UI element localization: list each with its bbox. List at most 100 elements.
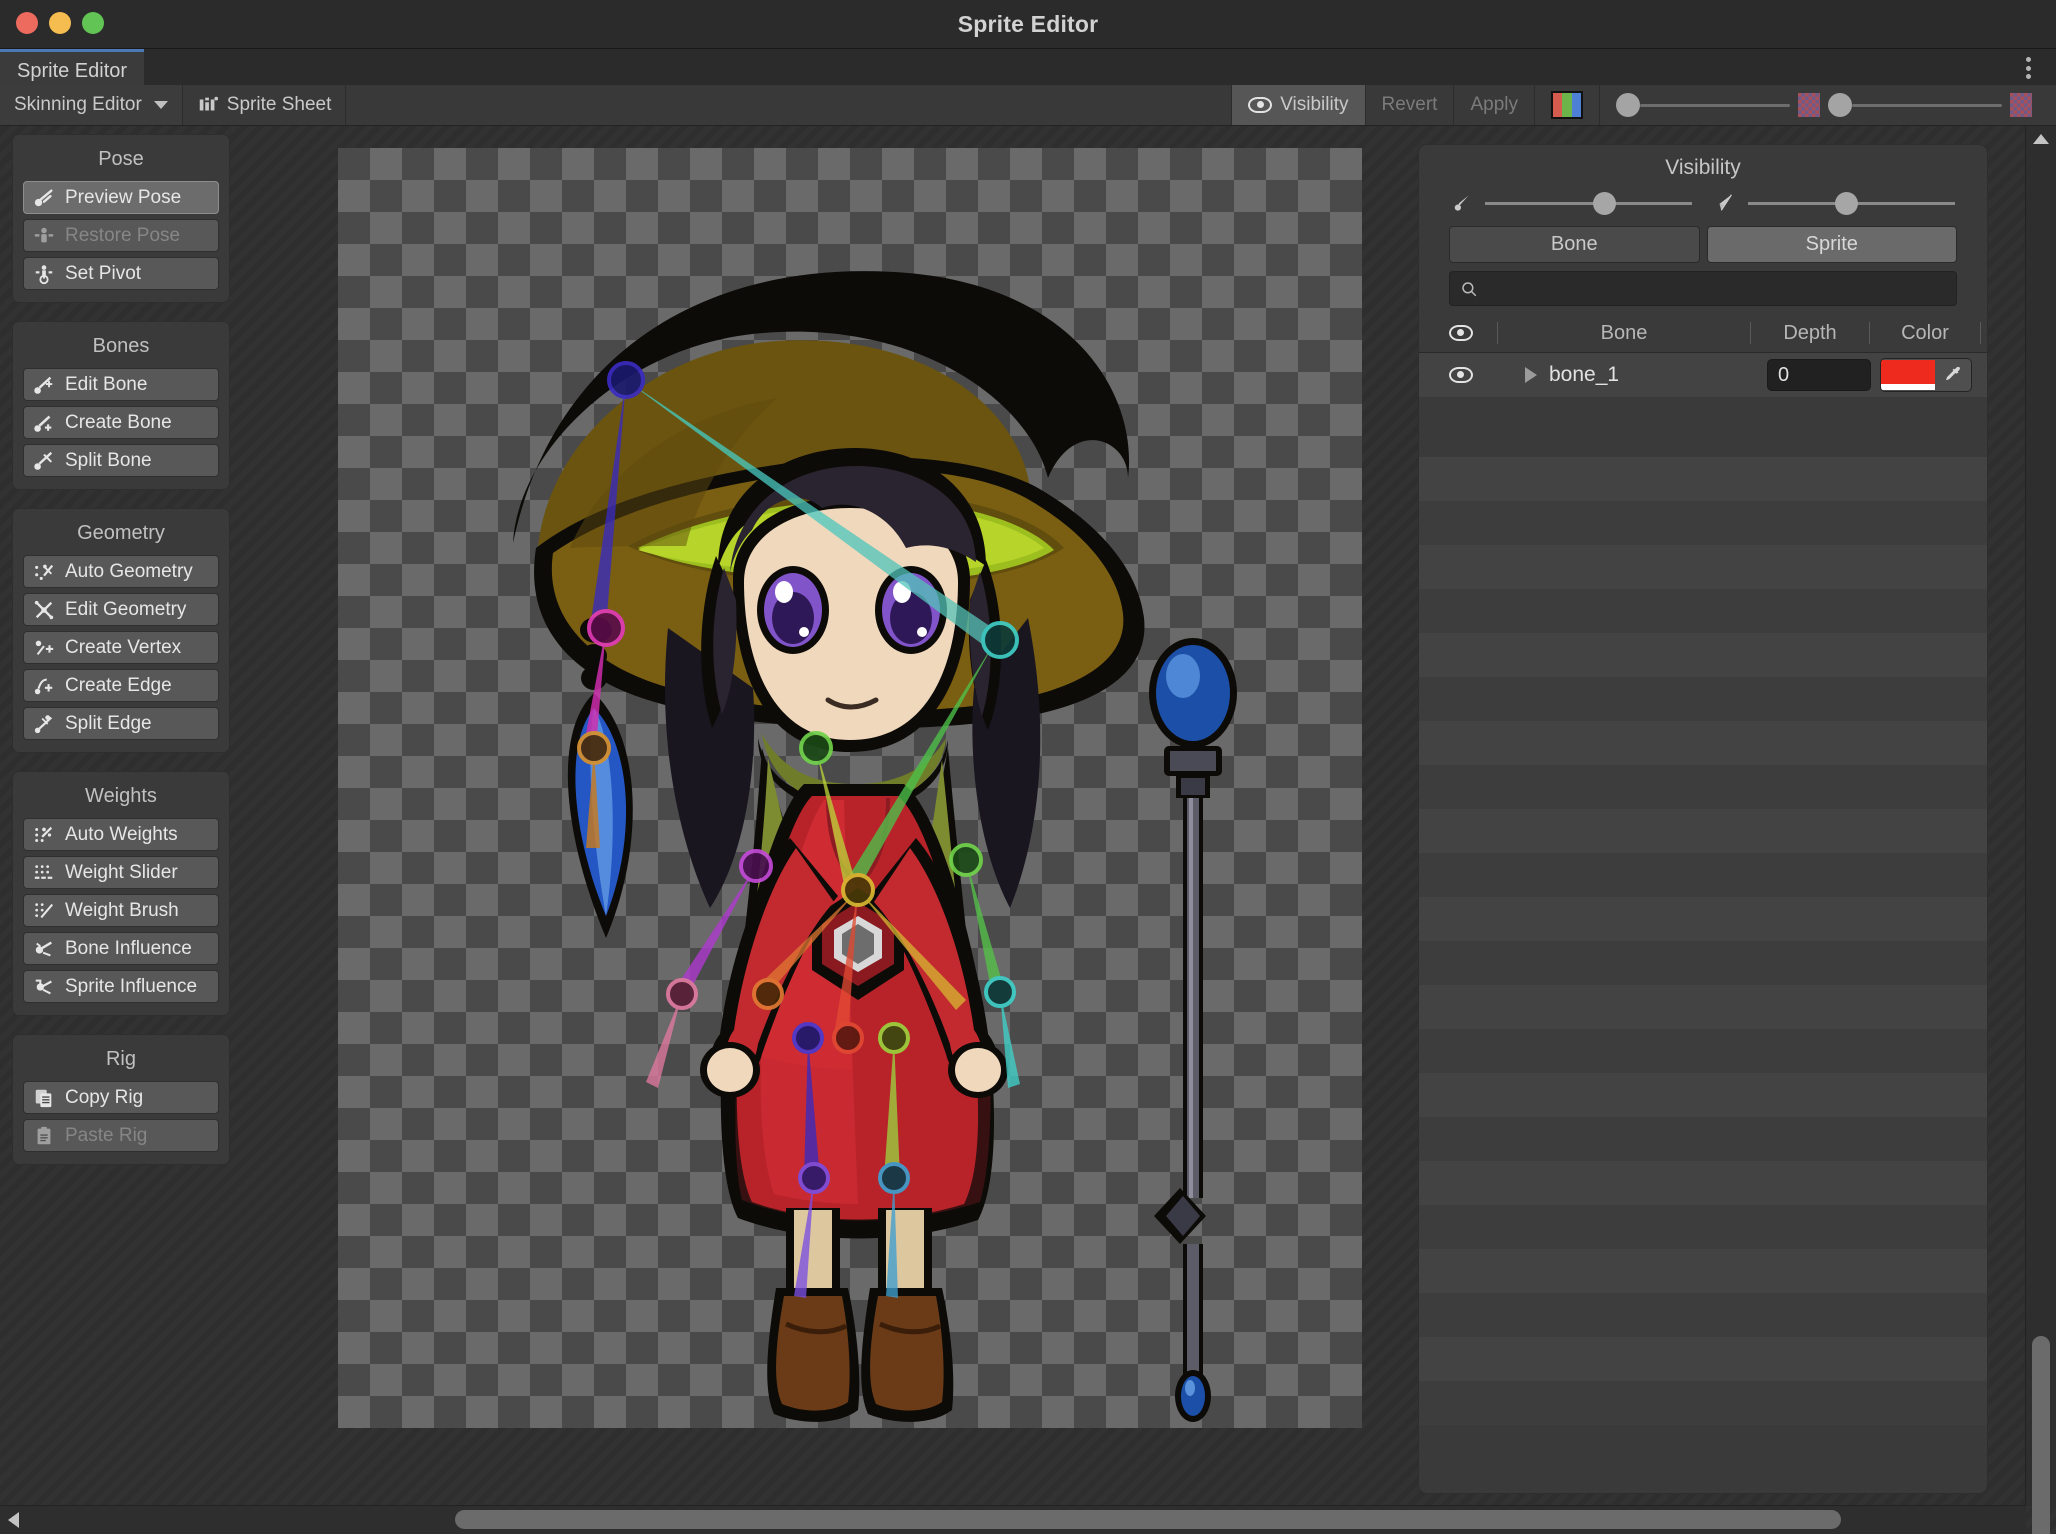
column-bone-label: Bone [1600, 321, 1648, 344]
empty-row [1419, 1293, 1987, 1337]
column-color-label: Color [1901, 321, 1949, 344]
bone-opacity-slider[interactable] [1451, 191, 1692, 215]
expand-triangle-icon[interactable] [1525, 367, 1537, 383]
channel-toggle-button[interactable] [1534, 85, 1599, 125]
mesh-opacity-icon [1719, 194, 1732, 211]
split-bone-button[interactable]: Split Bone [23, 444, 219, 477]
empty-row [1419, 853, 1987, 897]
bone-search-box[interactable] [1449, 271, 1957, 306]
alpha-slider-knob[interactable] [1616, 93, 1640, 117]
row-depth-field[interactable]: 0 [1767, 359, 1871, 391]
apply-button[interactable]: Apply [1453, 85, 1534, 125]
editor-toolbar: Skinning Editor Sprite Sheet Visibility [0, 85, 2056, 126]
auto-geometry-button[interactable]: Auto Geometry [23, 555, 219, 588]
edit-geometry-icon [34, 600, 54, 619]
auto-weights-icon [35, 826, 53, 842]
tool-button-label: Create Edge [65, 674, 172, 696]
tool-button-label: Restore Pose [65, 224, 181, 246]
weight-brush-button[interactable]: Weight Brush [23, 894, 219, 927]
preview-pose-icon [34, 188, 53, 206]
alpha-slider[interactable] [1616, 93, 1790, 117]
set-pivot-icon [35, 264, 53, 284]
weight-slider-button[interactable]: Weight Slider [23, 856, 219, 889]
bone-opacity-knob[interactable] [1592, 191, 1616, 215]
empty-row [1419, 1337, 1987, 1381]
eyedropper-icon[interactable] [1935, 365, 1971, 385]
mode-dropdown-label: Skinning Editor [14, 94, 142, 115]
create-vertex-button[interactable]: Create Vertex [23, 631, 219, 664]
revert-button[interactable]: Revert [1364, 85, 1454, 125]
tool-button-label: Edit Bone [65, 373, 148, 395]
zoom-slider-knob[interactable] [1828, 93, 1852, 117]
sprite-editor-window: Sprite Editor Sprite Editor Skinning Edi… [0, 0, 2056, 1534]
bone-influence-button[interactable]: Bone Influence [23, 932, 219, 965]
zoom-slider-track[interactable] [1852, 103, 2002, 107]
copy-rig-button[interactable]: Copy Rig [23, 1081, 219, 1114]
zoom-slider[interactable] [1828, 93, 2002, 117]
tab-sprite-editor[interactable]: Sprite Editor [0, 49, 145, 85]
copy-rig-icon [35, 1089, 52, 1107]
mode-dropdown[interactable]: Skinning Editor [0, 85, 183, 125]
empty-row [1419, 457, 1987, 501]
mesh-opacity-knob[interactable] [1834, 191, 1858, 215]
tool-button-label: Edit Geometry [65, 598, 187, 620]
set-pivot-button[interactable]: Set Pivot [23, 257, 219, 290]
color-swatch[interactable] [1881, 360, 1935, 390]
row-bone-cell[interactable]: bone_1 [1497, 363, 1767, 387]
empty-row [1419, 985, 1987, 1029]
row-bone-name: bone_1 [1549, 363, 1620, 386]
row-visibility-toggle[interactable] [1425, 367, 1497, 383]
empty-row [1419, 1029, 1987, 1073]
preview-pose-button[interactable]: Preview Pose [23, 181, 219, 214]
bone-opacity-icon [1454, 195, 1469, 211]
tool-group-title: Rig [105, 1048, 136, 1070]
create-bone-button[interactable]: Create Bone [23, 406, 219, 439]
edit-bone-icon [34, 376, 53, 394]
split-edge-button[interactable]: Split Edge [23, 707, 219, 740]
tool-button-label: Weight Brush [65, 899, 179, 921]
empty-row [1419, 1073, 1987, 1117]
tools-sidebar: Pose Preview Pose Restore Pose Set Pivot Bon… [12, 134, 230, 1183]
toggle-sprite[interactable]: Sprite [1706, 226, 1957, 263]
horizontal-scroll-thumb[interactable] [455, 1510, 1841, 1529]
vertical-scrollbar[interactable] [2025, 126, 2056, 1534]
table-row[interactable]: bone_1 0 [1419, 353, 1987, 397]
auto-weights-button[interactable]: Auto Weights [23, 818, 219, 851]
scroll-left-icon[interactable] [8, 1512, 19, 1528]
tool-group-title: Weights [85, 785, 157, 807]
sprite-canvas[interactable] [338, 148, 1362, 1428]
bone-table-empty-rows [1419, 457, 1987, 1493]
empty-row [1419, 941, 1987, 985]
bone-opacity-track[interactable] [1485, 191, 1692, 215]
empty-row [1419, 809, 1987, 853]
sprite-sheet-icon [199, 96, 218, 111]
horizontal-scrollbar[interactable] [0, 1505, 2026, 1534]
empty-row [1419, 545, 1987, 589]
empty-row [1419, 1381, 1987, 1425]
mesh-opacity-track[interactable] [1748, 191, 1955, 215]
character-artwork [513, 271, 1237, 1422]
scroll-up-icon[interactable] [2033, 134, 2049, 144]
edit-geometry-button[interactable]: Edit Geometry [23, 593, 219, 626]
more-options-icon[interactable] [2018, 57, 2038, 79]
vertical-scroll-thumb[interactable] [2032, 1336, 2050, 1534]
tool-button-label: Copy Rig [65, 1086, 144, 1108]
rgb-channels-icon [1551, 91, 1583, 119]
split-bone-icon [34, 451, 53, 470]
edit-bone-button[interactable]: Edit Bone [23, 368, 219, 401]
tool-button-label: Paste Rig [65, 1124, 148, 1146]
empty-row [1419, 677, 1987, 721]
create-edge-icon [34, 678, 53, 694]
alpha-slider-track[interactable] [1640, 103, 1790, 107]
mesh-opacity-slider[interactable] [1714, 191, 1955, 215]
tool-button-label: Bone Influence [65, 937, 192, 959]
visibility-toggle[interactable]: Visibility [1231, 85, 1365, 125]
sprite-sheet-button[interactable]: Sprite Sheet [183, 85, 347, 125]
empty-row [1419, 1161, 1987, 1205]
toggle-bone[interactable]: Bone [1449, 226, 1700, 263]
create-vertex-icon [35, 640, 54, 655]
empty-row [1419, 897, 1987, 941]
search-input[interactable] [1486, 277, 1946, 300]
sprite-influence-button[interactable]: Sprite Influence [23, 970, 219, 1003]
create-edge-button[interactable]: Create Edge [23, 669, 219, 702]
